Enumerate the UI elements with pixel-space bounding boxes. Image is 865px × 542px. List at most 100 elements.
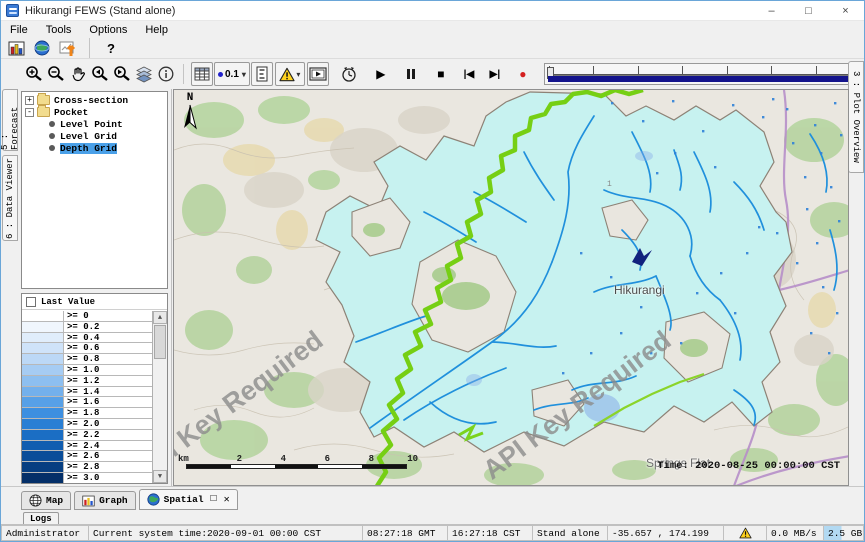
scroll-up-icon[interactable]: ▲ <box>153 311 167 324</box>
legend-row[interactable]: >= 1.2 <box>22 376 152 387</box>
status-system-time: Current system time:2020-09-01 00:00 CST <box>89 525 363 541</box>
map-toolbar: 0.1 ▾ ▾ ▶ ■ |◀ ▶| ● 2020-08-25 00:00:00 … <box>1 58 864 89</box>
scale-bar: km 246810 <box>178 454 418 469</box>
last-value-checkbox[interactable] <box>26 297 36 307</box>
legend-color-swatch <box>22 376 64 386</box>
tab-graph[interactable]: Graph <box>74 491 136 510</box>
legend-color-swatch <box>22 462 64 472</box>
chevron-down-icon: ▾ <box>296 70 300 79</box>
wire-globe-icon <box>29 494 42 507</box>
expander-icon[interactable]: - <box>25 108 34 117</box>
menu-item[interactable]: Tools <box>37 23 81 37</box>
bar-chart-icon <box>82 495 95 507</box>
main-toolbar: ? <box>1 38 864 58</box>
scale-unit: km <box>178 454 189 464</box>
step-back-button[interactable]: |◀ <box>458 62 480 86</box>
legend-color-swatch <box>22 333 64 343</box>
scroll-down-icon[interactable]: ▼ <box>153 470 167 483</box>
legend-scrollbar[interactable]: ▲ ▼ <box>152 311 167 483</box>
pan-hand-icon[interactable] <box>67 62 89 86</box>
scroll-thumb[interactable] <box>154 325 166 359</box>
folder-icon <box>37 107 50 117</box>
app-icon <box>6 4 19 17</box>
north-compass: N <box>180 92 200 130</box>
status-local-time: 16:27:18 CST <box>448 525 533 541</box>
chart-display-icon[interactable] <box>57 36 79 60</box>
legend-row[interactable]: >= 3.0 <box>22 473 152 483</box>
play-button[interactable]: ▶ <box>370 62 392 86</box>
label-toggle-button[interactable] <box>251 62 273 86</box>
tab-close-icon[interactable]: ✕ <box>224 494 230 506</box>
maximize-button[interactable]: □ <box>790 1 827 20</box>
legend-row[interactable]: >= 0 <box>22 311 152 322</box>
legend-row[interactable]: >= 0.8 <box>22 354 152 365</box>
close-button[interactable]: × <box>827 1 864 20</box>
menu-item[interactable]: File <box>1 23 37 37</box>
warnings-dropdown-button[interactable]: ▾ <box>275 62 305 86</box>
legend-row[interactable]: >= 1.0 <box>22 365 152 376</box>
tree-item[interactable]: Level Grid <box>22 130 167 142</box>
info-icon[interactable] <box>155 62 177 86</box>
zoom-next-icon[interactable] <box>111 62 133 86</box>
menu-item[interactable]: Help <box>136 23 177 37</box>
legend-row[interactable]: >= 2.6 <box>22 451 152 462</box>
tree-item[interactable]: Depth Grid <box>22 142 167 154</box>
data-viewer-panel: + Cross-section - Pocket Level Po <box>19 89 172 486</box>
legend-color-swatch <box>22 365 64 375</box>
legend-row[interactable]: >= 1.6 <box>22 397 152 408</box>
contour-interval-dropdown[interactable]: 0.1 ▾ <box>214 62 250 86</box>
bullet-icon <box>49 121 55 127</box>
bullet-icon <box>49 133 55 139</box>
tab-maximize-icon[interactable]: □ <box>211 494 217 505</box>
legend-color-swatch <box>22 354 64 364</box>
legend-row[interactable]: >= 0.2 <box>22 322 152 333</box>
record-button[interactable]: ● <box>512 62 534 86</box>
tree-item[interactable]: Level Point <box>22 118 167 130</box>
spatial-map[interactable]: N API Key Required API Key Required Hiku… <box>173 89 849 486</box>
tab-map[interactable]: Map <box>21 491 71 510</box>
place-label-hikurangi: Hikurangi <box>614 283 665 297</box>
zoom-out-icon[interactable] <box>45 62 67 86</box>
tab-spatial[interactable]: Spatial □ ✕ <box>139 489 238 510</box>
stop-button[interactable]: ■ <box>430 62 452 86</box>
status-warning-icon[interactable] <box>724 525 767 541</box>
legend-row[interactable]: >= 2.4 <box>22 441 152 452</box>
animation-speed-icon[interactable] <box>338 62 360 86</box>
legend-color-swatch <box>22 441 64 451</box>
sidebar-tab-plot-overview[interactable]: 3 : Plot Overview <box>848 61 864 173</box>
timeline-slider[interactable] <box>544 63 865 85</box>
globe-icon[interactable] <box>31 36 53 60</box>
folder-icon <box>37 95 50 105</box>
menu-item[interactable]: Options <box>80 23 136 37</box>
legend-color-swatch <box>22 451 64 461</box>
sidebar-tab-forecast[interactable]: 5 : Forecast <box>2 89 18 151</box>
step-forward-button[interactable]: ▶| <box>484 62 506 86</box>
layers-icon[interactable] <box>133 62 155 86</box>
grid-display-button[interactable] <box>191 62 213 86</box>
title-bar: Hikurangi FEWS (Stand alone) – □ × <box>1 1 864 21</box>
sidebar-tab-data-viewer[interactable]: 6 : Data Viewer <box>2 155 18 241</box>
legend-row[interactable]: >= 2.2 <box>22 430 152 441</box>
chevron-down-icon: ▾ <box>242 70 246 79</box>
expander-icon[interactable]: + <box>25 96 34 105</box>
blue-globe-icon <box>147 493 160 506</box>
legend-row[interactable]: >= 2.0 <box>22 419 152 430</box>
pause-button[interactable] <box>400 62 422 86</box>
explorer-icon[interactable] <box>5 36 27 60</box>
tree-item[interactable]: - Pocket <box>22 106 167 118</box>
legend-row[interactable]: >= 2.8 <box>22 462 152 473</box>
legend-row[interactable]: >= 1.8 <box>22 408 152 419</box>
status-mode: Stand alone <box>533 525 608 541</box>
legend-row[interactable]: >= 0.6 <box>22 343 152 354</box>
menu-bar: FileToolsOptionsHelp <box>1 21 864 38</box>
minimize-button[interactable]: – <box>753 1 790 20</box>
legend-color-swatch <box>22 473 64 483</box>
legend-row[interactable]: >= 1.4 <box>22 387 152 398</box>
legend-row[interactable]: >= 0.4 <box>22 333 152 344</box>
legend-color-swatch <box>22 408 64 418</box>
zoom-previous-icon[interactable] <box>89 62 111 86</box>
window-title: Hikurangi FEWS (Stand alone) <box>25 5 175 17</box>
help-icon[interactable]: ? <box>100 36 122 60</box>
zoom-in-icon[interactable] <box>23 62 45 86</box>
animation-button[interactable] <box>307 62 329 86</box>
